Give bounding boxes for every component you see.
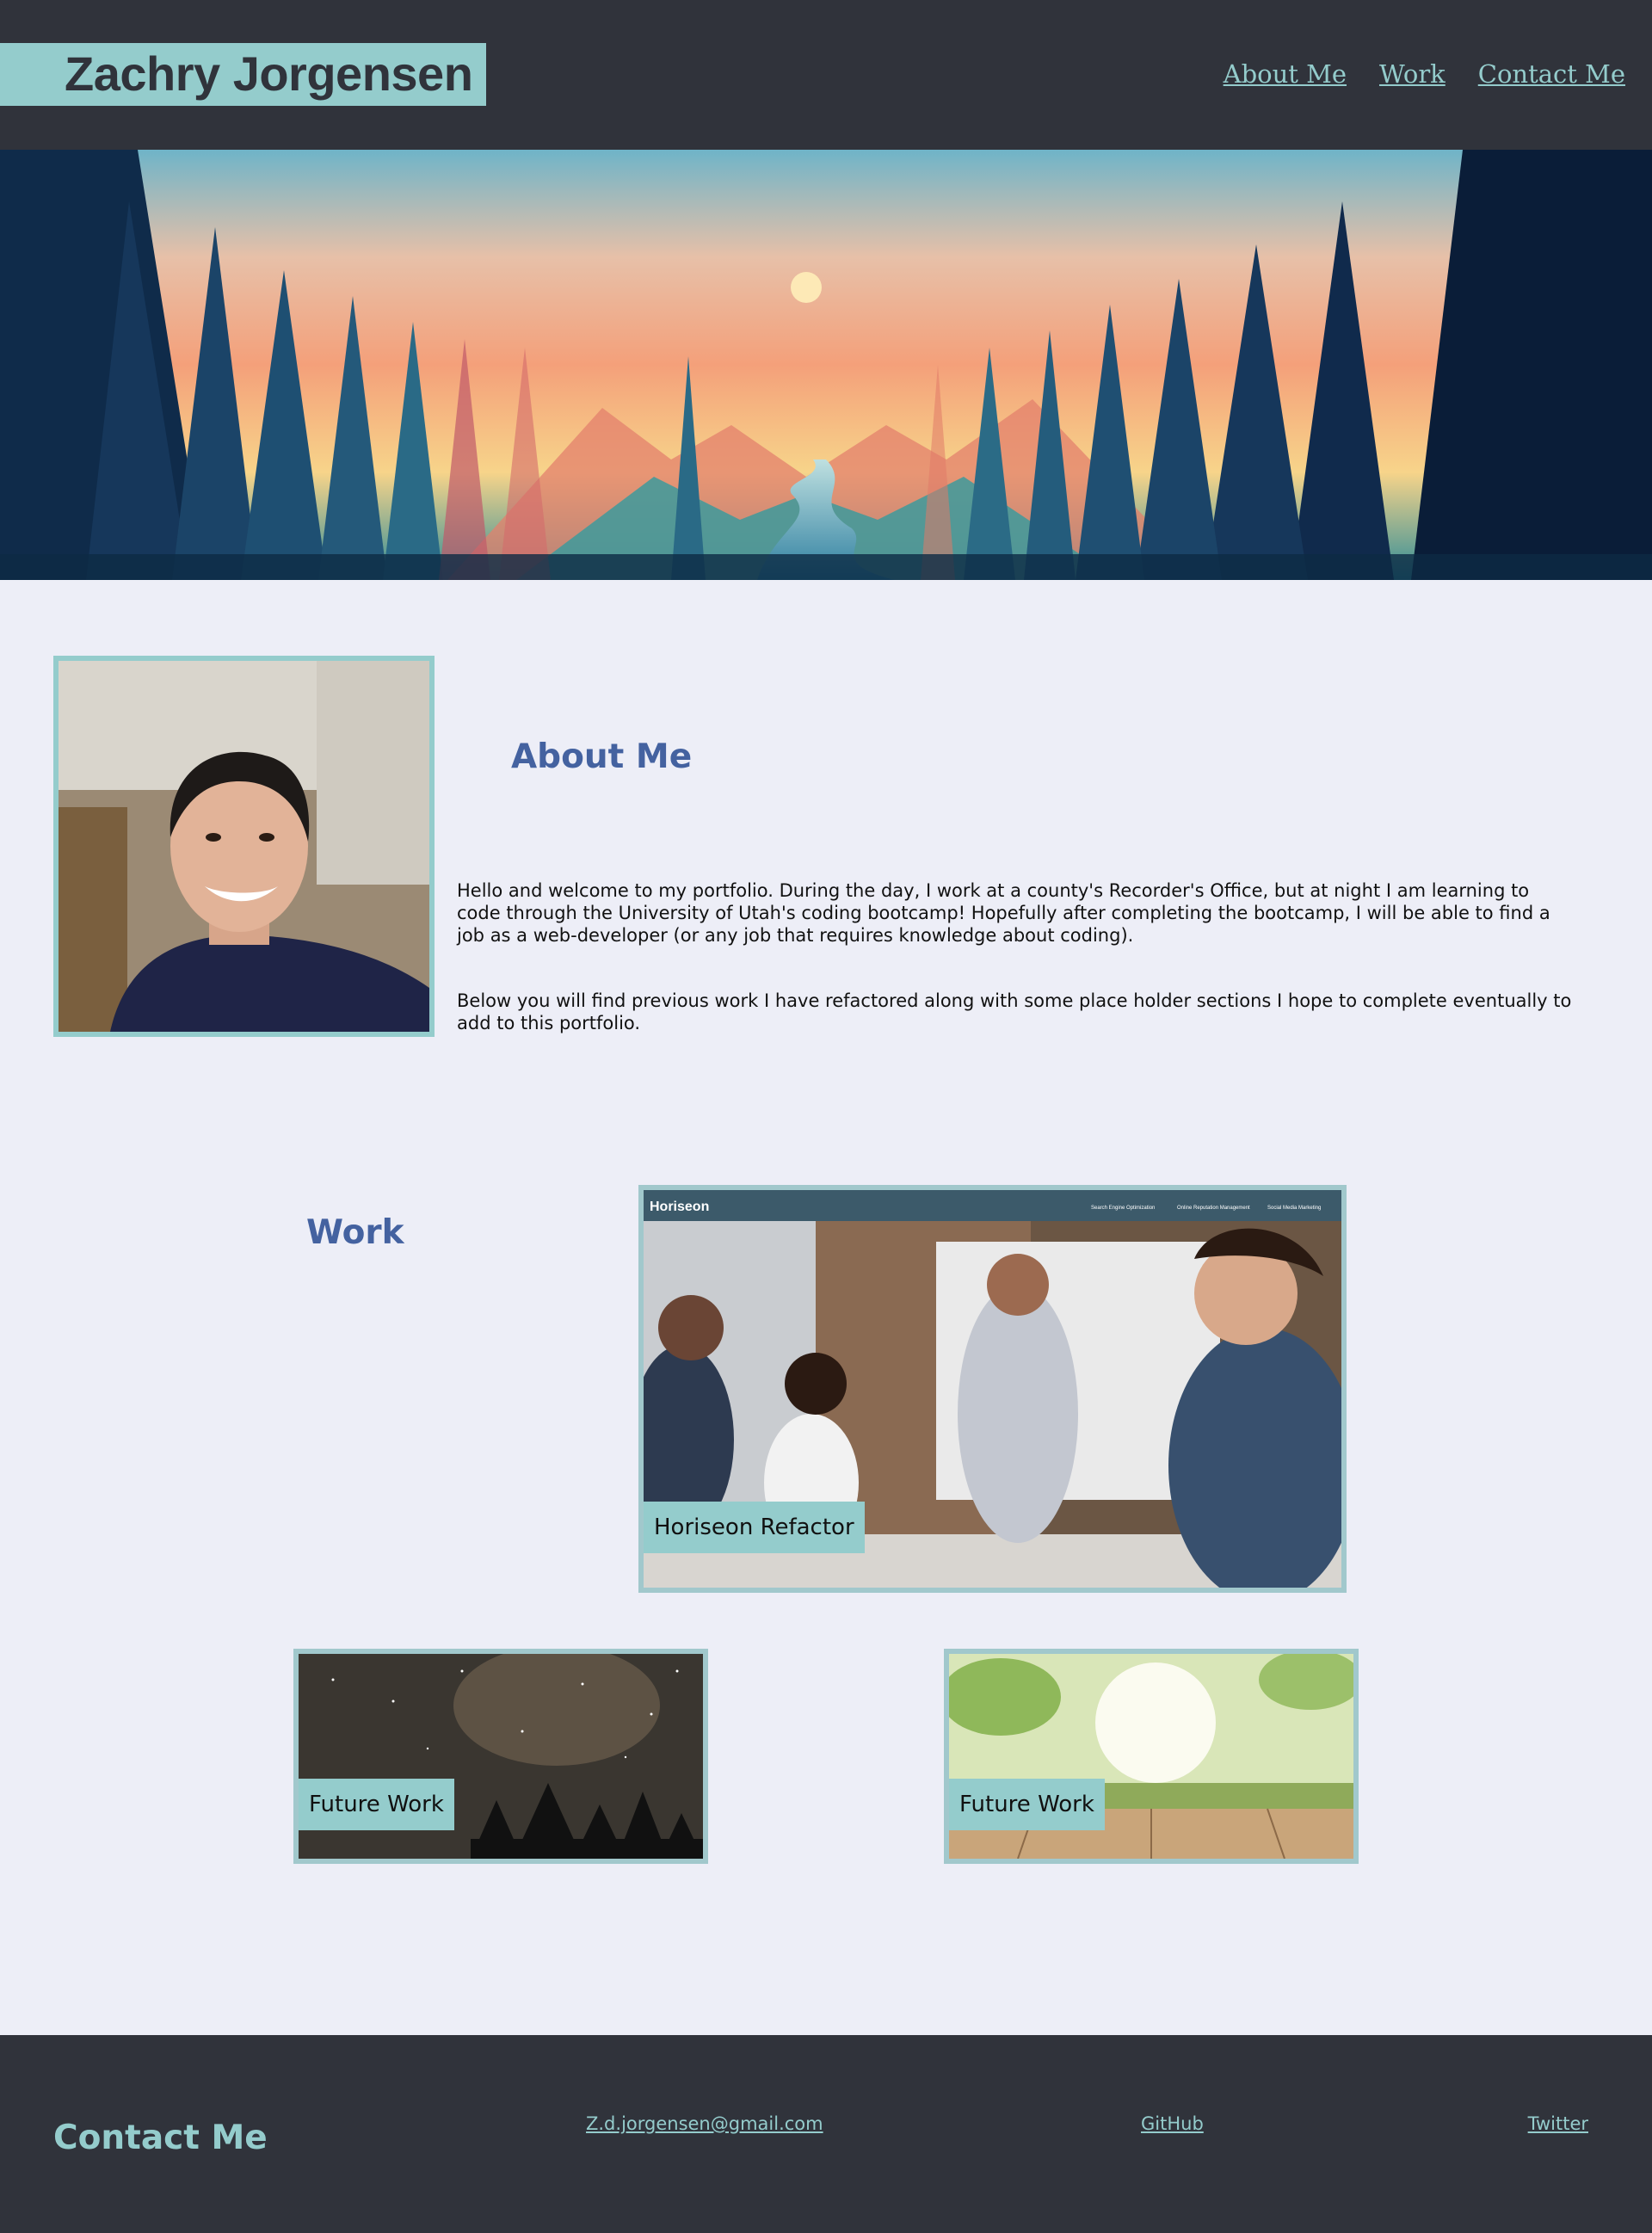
work-heading: Work [306,1213,404,1252]
site-header: Zachry Jorgensen About Me Work Contact M… [0,0,1652,150]
github-link[interactable]: GitHub [1141,2111,1204,2137]
project-card-future-2[interactable]: Future Work [944,1649,1359,1864]
profile-photo [53,656,435,1037]
nav-link-contact-me[interactable]: Contact Me [1478,57,1625,91]
twitter-link[interactable]: Twitter [1528,2111,1588,2137]
horiseon-brand: Horiseon [650,1200,709,1214]
horiseon-nav-social: Social Media Marketing [1267,1206,1321,1211]
main-nav: About Me Work Contact Me [1224,57,1625,91]
horiseon-nav-seo: Search Engine Optimization [1091,1206,1155,1211]
future-work-label-1[interactable]: Future Work [299,1779,454,1830]
email-link[interactable]: Z.d.jorgensen@gmail.com [586,2111,823,2137]
brand-banner: Zachry Jorgensen [0,43,486,106]
about-paragraph-work: Below you will find previous work I have… [457,990,1572,1033]
project-label-horiseon[interactable]: Horiseon Refactor [644,1502,865,1553]
hero-forest-banner [0,150,1652,580]
project-card-future-1[interactable]: Future Work [293,1649,708,1864]
about-paragraph-intro: Hello and welcome to my portfolio. Durin… [457,880,1550,946]
horiseon-nav-reputation: Online Reputation Management [1177,1206,1250,1211]
contact-heading: Contact Me [53,2119,268,2157]
about-heading: About Me [511,737,693,776]
nav-link-about-me[interactable]: About Me [1224,57,1347,91]
future-work-label-2[interactable]: Future Work [949,1779,1105,1830]
project-card-horiseon[interactable]: Horiseon Search Engine Optimization Onli… [638,1185,1347,1593]
nav-link-work[interactable]: Work [1379,57,1446,91]
site-footer: Contact Me Z.d.jorgensen@gmail.com GitHu… [0,2035,1652,2233]
site-title: Zachry Jorgensen [65,46,473,101]
